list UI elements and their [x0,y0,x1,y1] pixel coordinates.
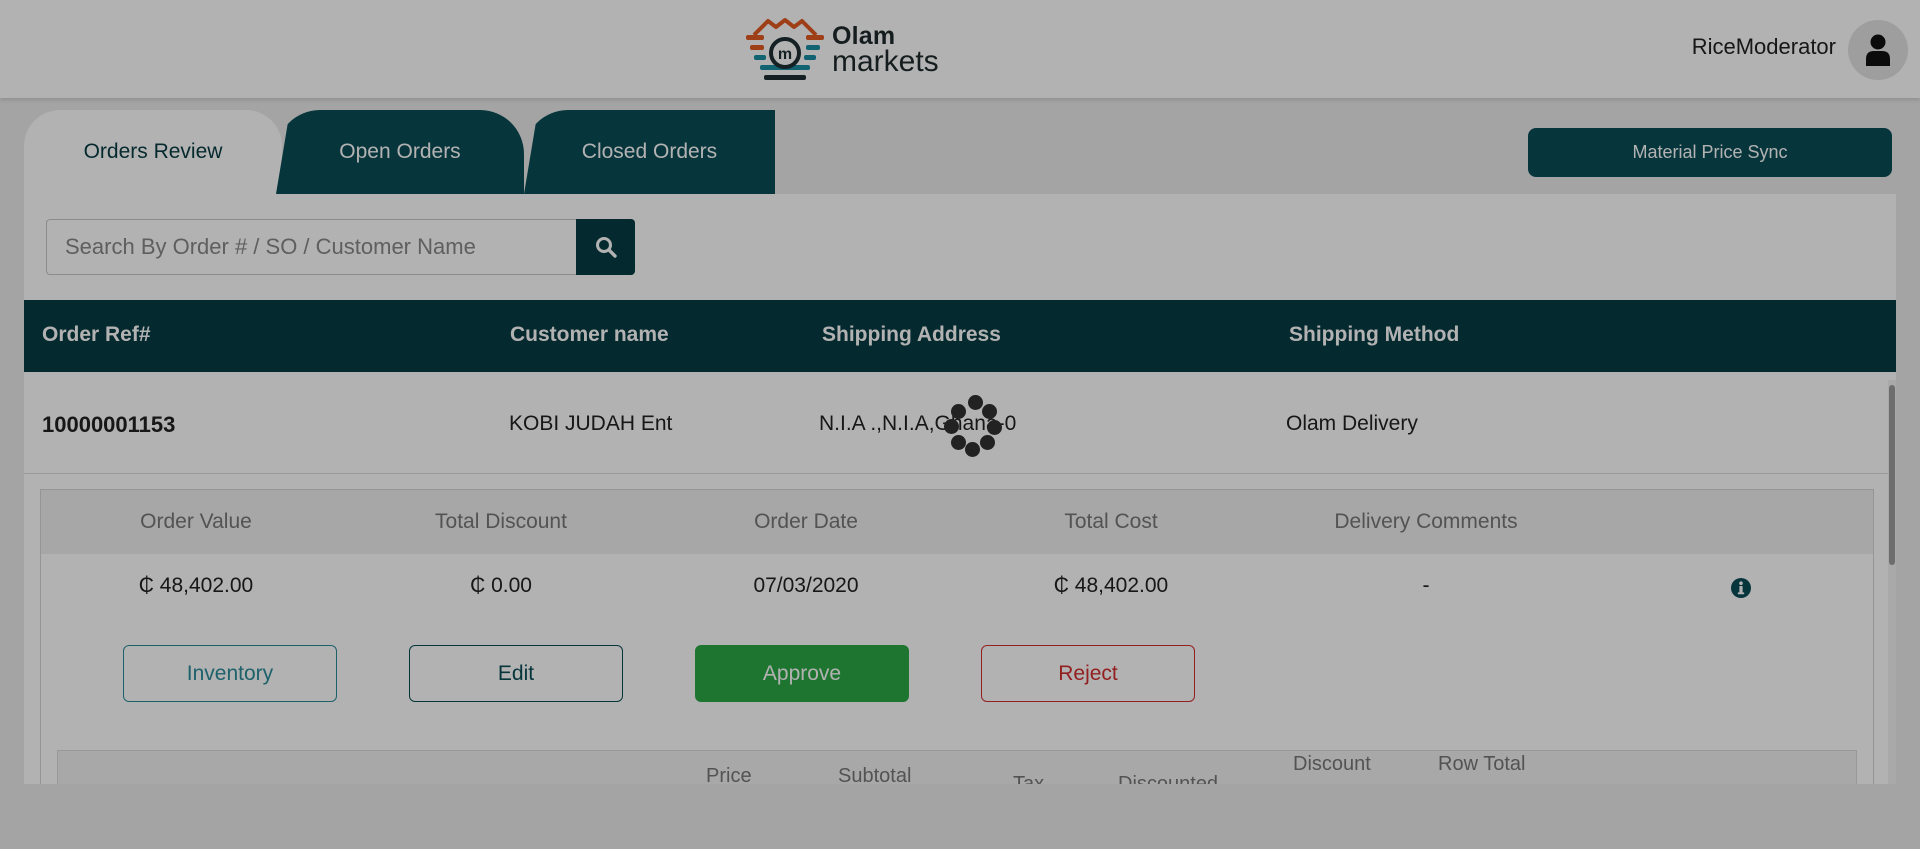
loading-spinner-icon [934,393,1002,461]
loading-overlay [0,0,1920,849]
